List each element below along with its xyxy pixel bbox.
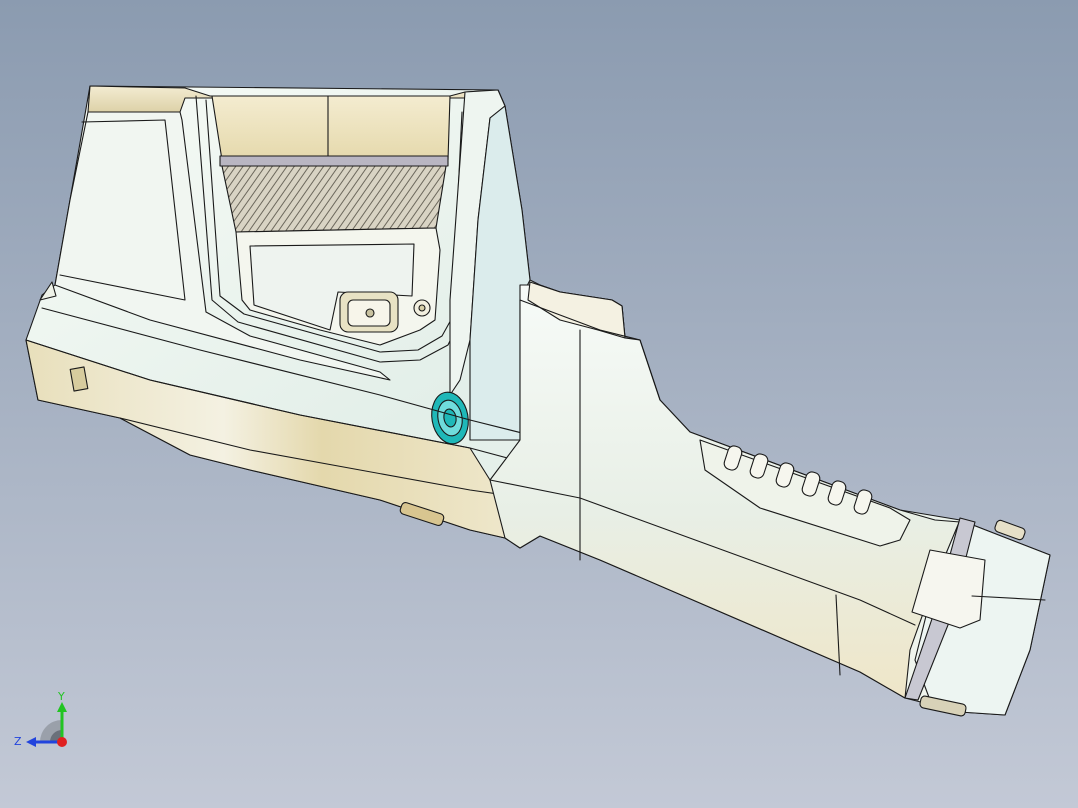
cad-viewport[interactable]: Y Z [0,0,1078,808]
cad-scene[interactable]: Y Z [0,0,1078,808]
lens-barrel-band [219,155,449,167]
triad-y-label: Y [57,690,65,703]
lens-barrel-cap [211,95,451,161]
triad-x-axis-dot [57,737,67,747]
triad-z-label: Z [14,735,22,748]
focus-ring-knurl [221,165,447,233]
side-vent [69,366,89,392]
